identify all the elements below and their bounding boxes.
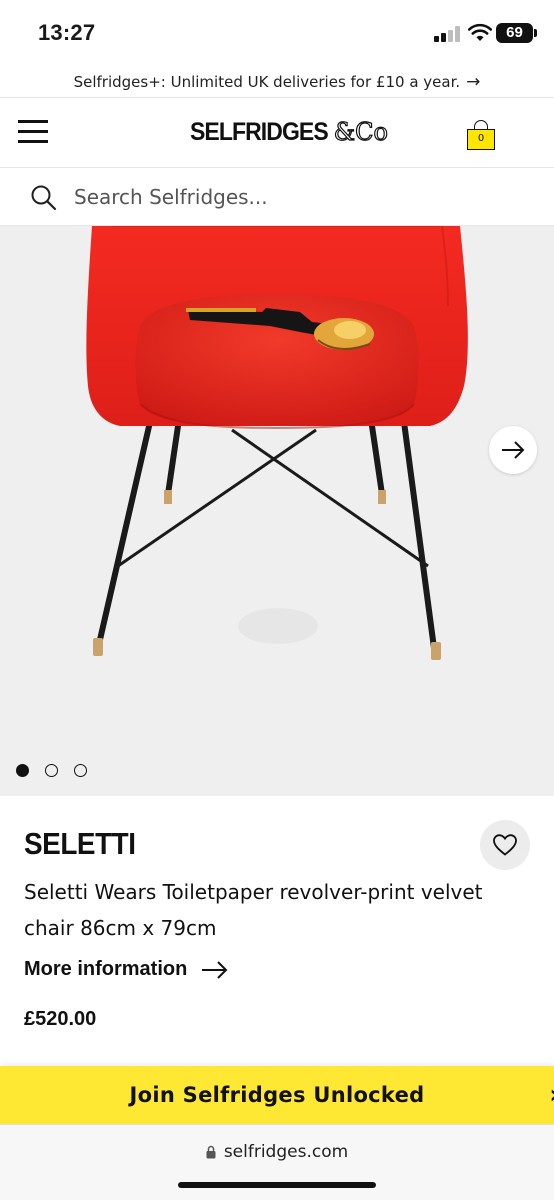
hamburger-menu-icon[interactable] — [18, 120, 48, 144]
search-bar — [0, 168, 554, 226]
lock-icon — [206, 1145, 216, 1159]
url-text: selfridges.com — [223, 1142, 349, 1162]
search-input[interactable] — [74, 180, 514, 214]
status-time: 13:27 — [38, 20, 96, 45]
url-content: selfridges.com — [0, 1142, 554, 1162]
wifi-icon — [468, 23, 492, 41]
join-unlocked-banner[interactable]: Join Selfridges Unlocked › — [0, 1066, 554, 1124]
home-indicator — [178, 1182, 376, 1188]
product-image — [86, 226, 468, 660]
battery-indicator: 69 — [496, 23, 537, 43]
product-price: £520.00 — [24, 1008, 97, 1030]
product-title: Seletti Wears Toiletpaper revolver-print… — [24, 880, 483, 940]
arrow-right-icon: → — [466, 71, 481, 92]
product-page: 13:27 69 Selfridges+: Unlimited UK deliv… — [0, 0, 554, 1200]
bag-count: 0 — [467, 129, 495, 150]
next-image-button[interactable] — [489, 426, 537, 474]
promo-text: Selfridges+: Unlimited UK deliveries for… — [73, 72, 461, 91]
more-information-link[interactable]: More information — [24, 958, 229, 981]
close-icon[interactable]: › — [549, 1080, 554, 1110]
shopping-bag-icon[interactable]: 0 — [466, 120, 496, 152]
carousel-dot[interactable] — [45, 764, 58, 777]
logo-co: &Co — [333, 117, 388, 146]
product-image-carousel[interactable] — [0, 226, 554, 796]
search-icon[interactable] — [30, 184, 58, 212]
product-brand[interactable]: SELETTI — [24, 826, 136, 862]
browser-url-bar[interactable]: selfridges.com — [0, 1124, 554, 1200]
promo-banner[interactable]: Selfridges+: Unlimited UK deliveries for… — [0, 66, 554, 98]
product-details: SELETTI Seletti Wears Toiletpaper revolv… — [0, 796, 554, 1066]
more-information-label: More information — [24, 958, 188, 980]
carousel-dot[interactable] — [74, 764, 87, 777]
signal-icon — [434, 26, 462, 42]
arrow-right-icon — [502, 441, 525, 459]
heart-icon — [493, 834, 517, 856]
arrow-right-icon — [202, 960, 228, 979]
status-bar: 13:27 69 — [0, 0, 554, 66]
join-unlocked-text: Join Selfridges Unlocked — [129, 1083, 425, 1107]
site-header: SELFRIDGES &Co 0 — [0, 98, 554, 168]
carousel-dot[interactable] — [16, 764, 29, 777]
selfridges-logo[interactable]: SELFRIDGES &Co — [190, 116, 389, 148]
logo-wordmark: SELFRIDGES — [190, 117, 329, 146]
wishlist-button[interactable] — [480, 820, 530, 870]
carousel-dots — [16, 764, 87, 777]
